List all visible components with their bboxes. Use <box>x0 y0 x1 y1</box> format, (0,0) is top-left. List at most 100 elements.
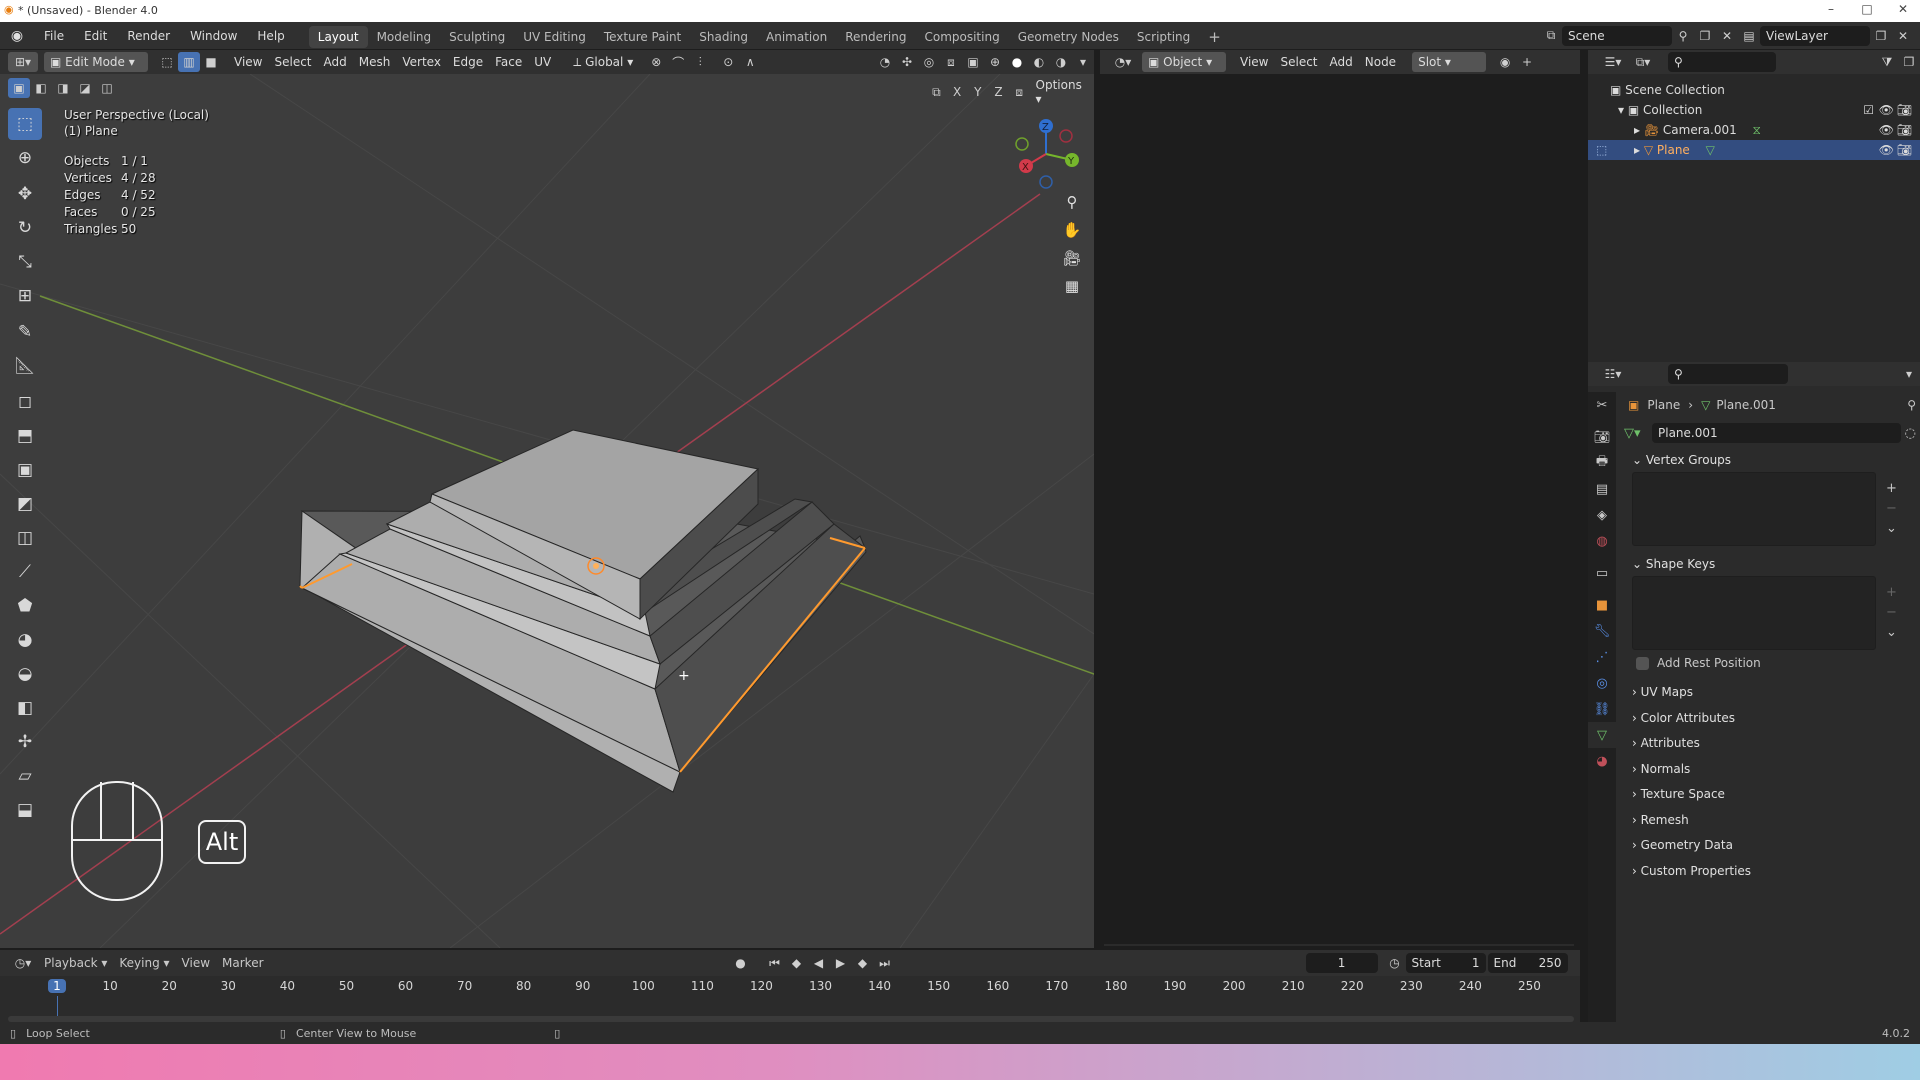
menu-vertex[interactable]: Vertex <box>396 52 447 72</box>
navigation-gizmo[interactable]: Z Y X <box>1010 114 1090 194</box>
tab-uv-editing[interactable]: UV Editing <box>514 26 595 48</box>
poly-build-tool-icon[interactable]: ⬟ <box>8 590 42 622</box>
delete-view-layer-icon[interactable]: ✕ <box>1892 26 1914 46</box>
material-shading-icon[interactable]: ◐ <box>1028 52 1050 72</box>
smooth-tool-icon[interactable]: ◒ <box>8 658 42 690</box>
menu-edge[interactable]: Edge <box>447 52 489 72</box>
edit-mode-icon[interactable]: ⬚ <box>1596 140 1607 160</box>
collection-visibility-icon[interactable]: 👁︎ <box>1879 100 1894 120</box>
menu-uv[interactable]: UV <box>528 52 557 72</box>
expand-item-icon[interactable]: ▸ <box>1634 143 1644 157</box>
material-tab-icon[interactable]: ◕ <box>1588 748 1616 774</box>
outliner-search-input[interactable]: ⚲ <box>1668 52 1776 72</box>
plane-visibility-icon[interactable]: 👁︎ <box>1879 140 1894 160</box>
falloff-icon[interactable]: ∧ <box>739 52 761 72</box>
modifier-tab-icon[interactable]: 🔧︎ <box>1588 618 1616 644</box>
editor-type-icon[interactable]: ⊞▾ <box>8 52 38 72</box>
view-layer-selector[interactable]: ViewLayer <box>1760 25 1870 46</box>
node-menu-view[interactable]: View <box>1234 52 1274 72</box>
timeline-type-icon[interactable]: ◷▾ <box>8 953 38 973</box>
knife-tool-icon[interactable]: ⟋ <box>8 556 42 588</box>
menu-select[interactable]: Select <box>268 52 317 72</box>
menu-view[interactable]: View <box>228 52 268 72</box>
rotate-tool-icon[interactable]: ↻ <box>8 212 42 244</box>
maximize-button[interactable]: □ <box>1852 2 1882 20</box>
menu-edit[interactable]: Edit <box>74 22 117 50</box>
node-menu-select[interactable]: Select <box>1274 52 1323 72</box>
orientation-selector[interactable]: ⟂ Global ▾ <box>567 52 639 72</box>
vertex-groups-panel[interactable]: ⌄ Vertex Groups <box>1624 448 1916 472</box>
3d-viewport[interactable]: + User Perspective (Local) (1) Plane Obj… <box>0 74 1094 948</box>
tab-rendering[interactable]: Rendering <box>836 26 915 48</box>
panel-color-attributes[interactable]: › Color Attributes <box>1624 706 1916 732</box>
view-layer-icon[interactable]: ▤ <box>1738 26 1760 46</box>
view-layer-tab-icon[interactable]: ▤ <box>1588 476 1616 502</box>
scene-icon[interactable]: ⧉ <box>1540 26 1562 46</box>
auto-merge-icon[interactable]: ⧈ <box>1009 82 1030 102</box>
xray-icon[interactable]: ▣ <box>962 52 984 72</box>
collection-checkbox-icon[interactable]: ☑ <box>1863 100 1874 120</box>
vertex-select-icon[interactable]: ⬚ <box>156 52 178 72</box>
render-tab-icon[interactable]: 📷︎ <box>1588 424 1616 450</box>
axis-y-toggle[interactable]: Y <box>967 82 988 102</box>
select-invert-icon[interactable]: ◪ <box>74 78 96 98</box>
add-workspace-icon[interactable]: + <box>1199 26 1230 48</box>
outliner-item-camera[interactable]: ▸ 🎥︎ Camera.001 ⧖ 👁︎ 📷︎ <box>1588 120 1920 140</box>
new-scene-icon[interactable]: ❐ <box>1694 26 1716 46</box>
proportional-edit-icon[interactable]: ⊙ <box>717 52 739 72</box>
tab-layout[interactable]: Layout <box>308 26 368 48</box>
rendered-shading-icon[interactable]: ◑ <box>1050 52 1072 72</box>
axis-z-toggle[interactable]: Z <box>988 82 1009 102</box>
shape-keys-panel[interactable]: ⌄ Shape Keys <box>1624 552 1916 576</box>
add-cube-tool-icon[interactable]: ◻ <box>8 386 42 418</box>
menu-help[interactable]: Help <box>247 22 294 50</box>
mesh-data-icon[interactable]: ▽ <box>1706 143 1715 157</box>
jump-keyframe-forward-icon[interactable]: ◆ <box>852 953 874 973</box>
data-tab-icon[interactable]: ▽ <box>1588 722 1616 748</box>
scene-collection-row[interactable]: ▣ Scene Collection <box>1588 80 1920 100</box>
menu-file[interactable]: File <box>34 22 74 50</box>
wireframe-shading-icon[interactable]: ⊕ <box>984 52 1006 72</box>
new-collection-icon[interactable]: ❐ <box>1898 52 1920 72</box>
constraints-tab-icon[interactable]: ⛓ <box>1588 696 1616 722</box>
new-view-layer-icon[interactable]: ❐ <box>1870 26 1892 46</box>
annotate-tool-icon[interactable]: ✎ <box>8 316 42 348</box>
menu-face[interactable]: Face <box>489 52 528 72</box>
close-button[interactable]: ✕ <box>1888 2 1918 20</box>
mirror-icon[interactable]: ⧉ <box>926 82 947 102</box>
scene-selector[interactable]: Scene <box>1562 25 1672 46</box>
axis-x-toggle[interactable]: X <box>947 82 968 102</box>
mode-selector[interactable]: ▣ Edit Mode ▾ <box>44 52 148 72</box>
object-tab-icon[interactable]: ■ <box>1588 592 1616 618</box>
tab-geometry-nodes[interactable]: Geometry Nodes <box>1009 26 1128 48</box>
marker-menu[interactable]: Marker <box>216 956 269 970</box>
extrude-tool-icon[interactable]: ⬒ <box>8 420 42 452</box>
select-intersect-icon[interactable]: ◫ <box>96 78 118 98</box>
inset-tool-icon[interactable]: ▣ <box>8 454 42 486</box>
overlay-icon[interactable]: ◎ <box>918 52 940 72</box>
tab-animation[interactable]: Animation <box>757 26 836 48</box>
zoom-icon[interactable]: ⚲ <box>1058 188 1086 216</box>
blender-menu-icon[interactable]: ◉ <box>0 28 34 44</box>
node-type-selector[interactable]: ▣ Object ▾ <box>1142 52 1226 72</box>
world-tab-icon[interactable]: ◍ <box>1588 528 1616 554</box>
snap-icon[interactable]: ⌒ <box>667 52 689 72</box>
select-box-tool-icon[interactable]: ⬚ <box>8 108 42 140</box>
transform-tool-icon[interactable]: ⊞ <box>8 280 42 312</box>
jump-keyframe-back-icon[interactable]: ◆ <box>786 953 808 973</box>
outliner-type-icon[interactable]: ☰▾ <box>1598 52 1628 72</box>
collection-render-icon[interactable]: 📷︎ <box>1897 100 1912 120</box>
particles-tab-icon[interactable]: ⋰ <box>1588 644 1616 670</box>
add-shape-key-button[interactable]: + <box>1886 583 1897 603</box>
properties-options-icon[interactable]: ▾ <box>1898 364 1920 384</box>
collection-tab-icon[interactable]: ▭ <box>1588 560 1616 586</box>
vertex-groups-list[interactable] <box>1632 472 1876 546</box>
options-dropdown[interactable]: Options ▾ <box>1030 78 1094 106</box>
tab-sculpting[interactable]: Sculpting <box>440 26 514 48</box>
physics-tab-icon[interactable]: ◎ <box>1588 670 1616 696</box>
loop-cut-tool-icon[interactable]: ◫ <box>8 522 42 554</box>
mesh-datablock-icon[interactable]: ▽▾ <box>1624 426 1652 441</box>
panel-attributes[interactable]: › Attributes <box>1624 731 1916 757</box>
menu-window[interactable]: Window <box>180 22 247 50</box>
tool-tab-icon[interactable]: ✂ <box>1588 392 1616 418</box>
